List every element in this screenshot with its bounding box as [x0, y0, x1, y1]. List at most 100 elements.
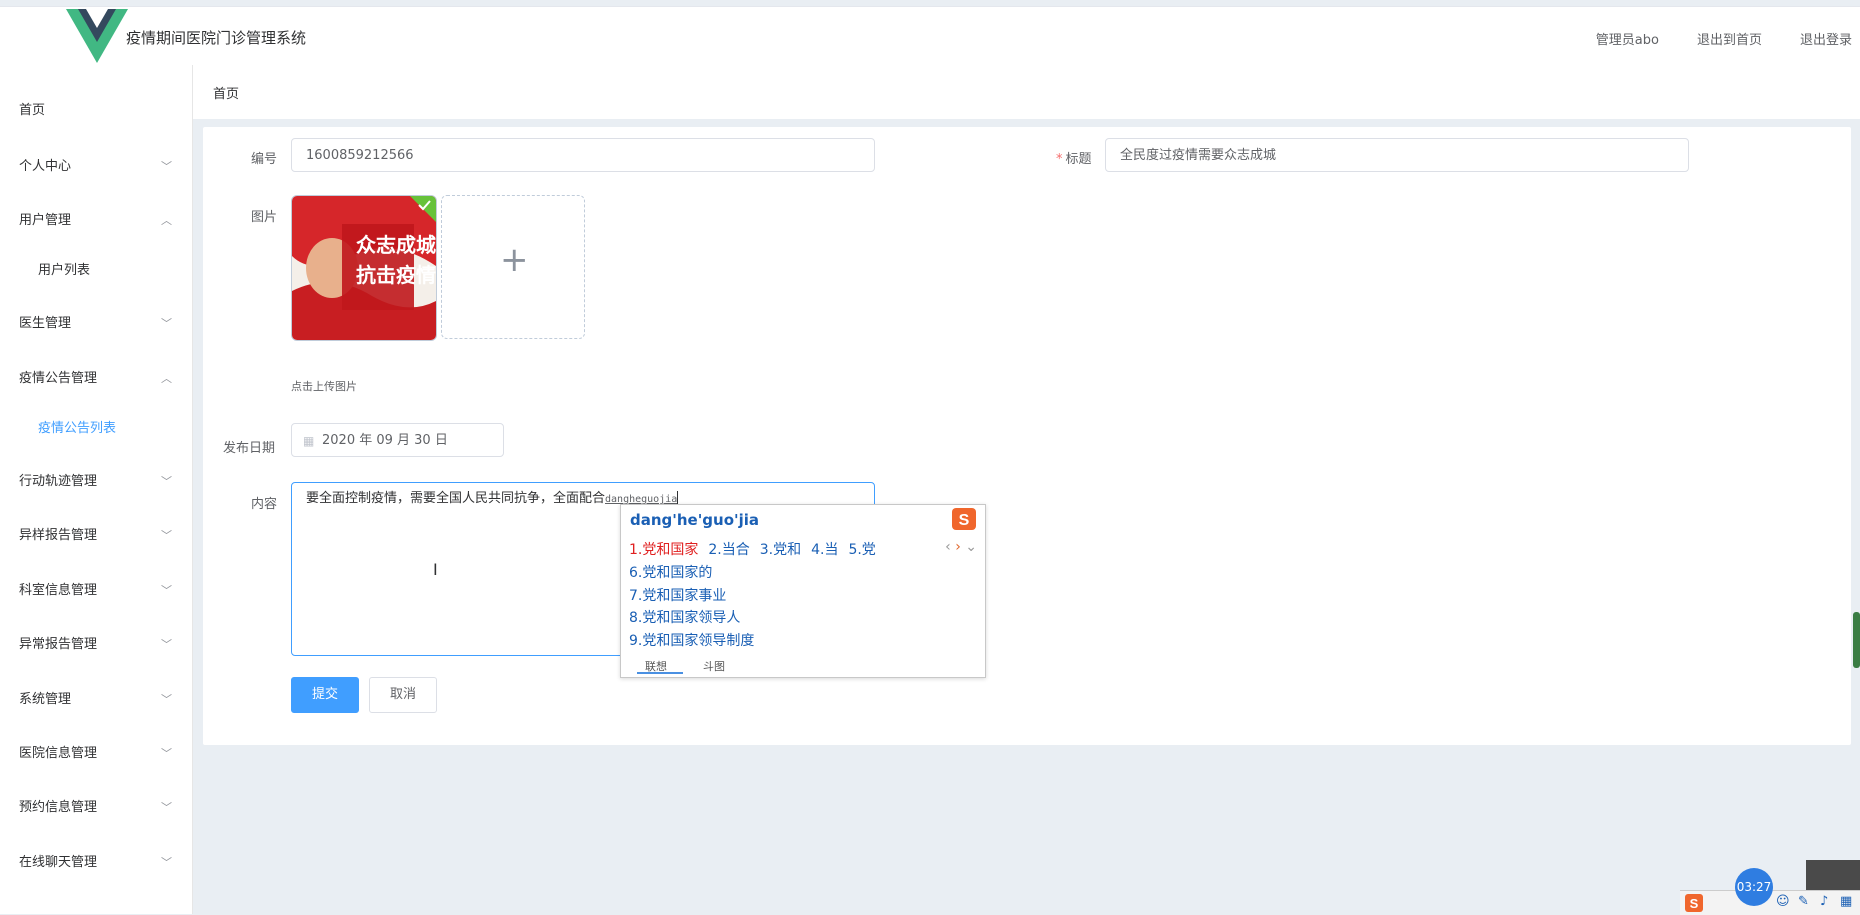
chevron-down-icon: ﹀ — [161, 317, 172, 330]
number-label: 编号 — [251, 152, 278, 167]
breadcrumb-bar: 首页 — [193, 65, 1860, 119]
chevron-right-icon[interactable]: › — [955, 539, 961, 555]
title-label-text: 标题 — [1065, 152, 1092, 167]
sidebar-item-label: 科室信息管理 — [19, 583, 98, 598]
ime-candidate-4[interactable]: 4.当 — [811, 542, 838, 558]
chevron-down-icon: ﹀ — [161, 638, 172, 651]
ime-page-nav: ‹ › ⌄ — [945, 539, 977, 555]
calendar-icon: ▦ — [303, 434, 315, 448]
top-header: 疫情期间医院门诊管理系统 管理员abo 退出到首页 退出登录 — [0, 6, 1860, 66]
number-field[interactable]: 1600859212566 — [291, 138, 875, 172]
sidebar-item-hospital-info[interactable]: 医院信息管理 ﹀ — [0, 734, 192, 774]
notice-form-card: 编号 1600859212566 * 标题 全民度过疫情需要众志成城 图片 众志成… — [203, 127, 1851, 745]
ime-candidate-6[interactable]: 6.党和国家的 — [629, 562, 712, 582]
ime-pinyin-input: dang'he'guo'jia — [630, 511, 760, 529]
sidebar-item-online-chat[interactable]: 在线聊天管理 ﹀ — [0, 843, 192, 883]
content-text: 要全面控制疫情，需要全国人民共同抗争，全面配合 — [306, 491, 606, 506]
sidebar-item-user-management[interactable]: 用户管理 ︿ — [0, 201, 192, 241]
admin-user-link[interactable]: 管理员abo — [1596, 29, 1659, 48]
chevron-down-icon: ﹀ — [161, 160, 172, 173]
submit-button[interactable]: 提交 — [291, 677, 359, 713]
sidebar-item-home[interactable]: 首页 — [0, 91, 192, 131]
sidebar-item-label: 疫情公告管理 — [19, 371, 98, 386]
sidebar-item-department-info[interactable]: 科室信息管理 ﹀ — [0, 571, 192, 611]
ime-candidate-9[interactable]: 9.党和国家领导制度 — [629, 630, 754, 650]
chevron-down-icon: ﹀ — [161, 801, 172, 814]
breadcrumb[interactable]: 首页 — [213, 83, 239, 102]
ime-tab-sticker[interactable]: 斗图 — [703, 658, 725, 674]
poster-text-line1: 众志成城 — [356, 233, 436, 257]
svg-text:S: S — [1690, 896, 1699, 911]
sidebar-item-notice-list[interactable]: 疫情公告列表 — [0, 409, 192, 449]
cancel-button[interactable]: 取消 — [369, 677, 437, 713]
header-links: 管理员abo 退出到首页 退出登录 — [1596, 29, 1852, 48]
chevron-left-icon[interactable]: ‹ — [945, 539, 951, 555]
sidebar-item-label: 个人中心 — [19, 159, 72, 174]
sidebar: 首页 个人中心 ﹀ 用户管理 ︿ 用户列表 医生管理 ﹀ 疫情公告管理 ︿ 疫情公告列表… — [0, 65, 193, 914]
sidebar-item-track-management[interactable]: 行动轨迹管理 ﹀ — [0, 462, 192, 502]
plus-icon: + — [500, 240, 529, 280]
sidebar-item-personal-center[interactable]: 个人中心 ﹀ — [0, 147, 192, 187]
sidebar-item-abnormal-report-b[interactable]: 异常报告管理 ﹀ — [0, 625, 192, 665]
sidebar-item-label: 在线聊天管理 — [19, 855, 98, 870]
poster-text-line2: 抗击疫情 — [356, 263, 436, 287]
ime-candidate-5[interactable]: 5.党 — [848, 542, 875, 558]
chevron-down-icon: ﹀ — [161, 747, 172, 760]
title-label: * 标题 — [1056, 148, 1092, 167]
sidebar-item-appointment-info[interactable]: 预约信息管理 ﹀ — [0, 788, 192, 828]
ime-candidate-window: dang'he'guo'jia S 1.党和国家 2.当合 3.党和 4.当 5.党 ‹… — [620, 504, 986, 678]
sidebar-item-label: 医院信息管理 — [19, 746, 98, 761]
ime-tabs: 联想 斗图 — [621, 655, 985, 675]
chevron-down-icon: ﹀ — [161, 584, 172, 597]
publish-date-value: 2020 年 09 月 30 日 — [322, 433, 448, 448]
required-mark: * — [1056, 152, 1063, 167]
content-label: 内容 — [251, 497, 278, 512]
sidebar-item-label: 系统管理 — [19, 692, 72, 707]
sidebar-item-notice-management[interactable]: 疫情公告管理 ︿ — [0, 359, 192, 399]
sidebar-item-abnormal-report-a[interactable]: 异样报告管理 ﹀ — [0, 516, 192, 556]
sidebar-item-system-management[interactable]: 系统管理 ﹀ — [0, 680, 192, 720]
chevron-up-icon: ︿ — [161, 372, 172, 385]
webcam-thumbnail — [1806, 860, 1860, 890]
sidebar-item-label: 用户管理 — [19, 213, 72, 228]
upload-tip: 点击上传图片 — [291, 380, 357, 393]
chevron-down-icon: ﹀ — [161, 529, 172, 542]
svg-text:S: S — [959, 512, 970, 529]
scroll-handle[interactable] — [1853, 612, 1860, 668]
publish-date-picker[interactable]: ▦ 2020 年 09 月 30 日 — [291, 423, 504, 457]
title-field[interactable]: 全民度过疫情需要众志成城 — [1105, 138, 1689, 172]
image-upload-button[interactable]: + — [441, 195, 585, 339]
chevron-up-icon: ︿ — [161, 214, 172, 227]
mic-icon[interactable]: ♪ — [1820, 894, 1828, 909]
chevron-down-icon: ﹀ — [161, 693, 172, 706]
vue-logo-icon — [66, 9, 128, 63]
sogou-toolbar-icon[interactable]: S — [1684, 893, 1704, 913]
smile-icon[interactable]: ☺ — [1776, 894, 1790, 909]
sidebar-item-doctor-management[interactable]: 医生管理 ﹀ — [0, 304, 192, 344]
sidebar-item-label: 预约信息管理 — [19, 800, 98, 815]
sidebar-item-user-list[interactable]: 用户列表 — [0, 251, 192, 291]
sidebar-item-label: 医生管理 — [19, 316, 72, 331]
ime-tab-indicator — [637, 672, 683, 674]
publish-date-label: 发布日期 — [223, 441, 276, 456]
ime-candidate-3[interactable]: 3.党和 — [760, 542, 801, 558]
chevron-down-icon: ﹀ — [161, 475, 172, 488]
pen-icon[interactable]: ✎ — [1798, 894, 1809, 909]
ime-candidate-1[interactable]: 1.党和国家 — [629, 542, 698, 558]
logout-link[interactable]: 退出登录 — [1800, 29, 1852, 48]
sidebar-item-label: 异样报告管理 — [19, 528, 98, 543]
ime-candidate-7[interactable]: 7.党和国家事业 — [629, 585, 726, 605]
ime-candidate-8[interactable]: 8.党和国家领导人 — [629, 607, 740, 627]
ime-candidate-2[interactable]: 2.当合 — [708, 542, 749, 558]
sidebar-item-label: 首页 — [19, 103, 46, 118]
chevron-down-icon[interactable]: ⌄ — [965, 539, 977, 555]
sidebar-item-label: 用户列表 — [38, 263, 91, 278]
chevron-down-icon: ﹀ — [161, 856, 172, 869]
back-home-link[interactable]: 退出到首页 — [1697, 29, 1762, 48]
grid-icon[interactable]: ▦ — [1840, 894, 1852, 909]
recording-timer: 03:27 — [1735, 868, 1773, 906]
app-title: 疫情期间医院门诊管理系统 — [126, 29, 307, 47]
image-label: 图片 — [251, 210, 278, 225]
uploaded-image[interactable]: 众志成城 抗击疫情 — [291, 195, 437, 341]
ime-candidate-row: 1.党和国家 2.当合 3.党和 4.当 5.党 — [629, 539, 886, 559]
